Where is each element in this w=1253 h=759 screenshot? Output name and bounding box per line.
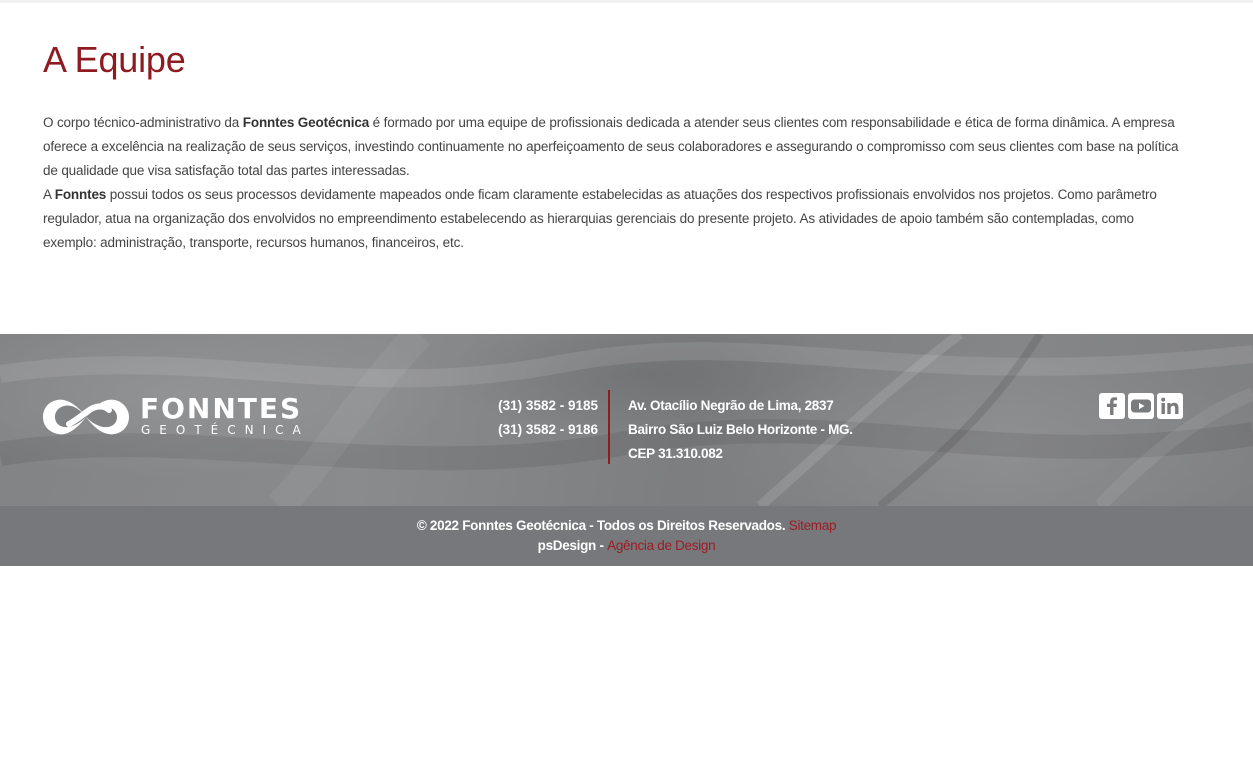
phone-number-2[interactable]: (31) 3582 - 9186 [480,418,598,442]
intro-text-start: O corpo técnico-administrativo da [43,115,243,130]
linkedin-link[interactable] [1157,393,1183,419]
copyright-text: © 2022 Fonntes Geotécnica - Todos os Dir… [416,518,789,533]
address-district: Bairro São Luiz Belo Horizonte - MG. [628,422,853,437]
process-text-end: possui todos os seus processos devidamen… [43,187,1157,250]
address-block: Av. Otacílio Negrão de Lima, 2837 Bairro… [628,394,853,466]
address-zip: CEP 31.310.082 [628,446,723,461]
footer-logo[interactable]: FONNTES GEOTÉCNICA [43,394,313,440]
sitemap-link[interactable]: Sitemap [789,518,837,533]
address-street: Av. Otacílio Negrão de Lima, 2837 [628,398,834,413]
credit-text: psDesign - [537,538,608,553]
logo-subtitle: GEOTÉCNICA [141,423,310,437]
copyright-line: © 2022 Fonntes Geotécnica - Todos os Dir… [0,516,1253,536]
facebook-icon [1107,397,1118,415]
page-title: A Equipe [43,39,186,80]
linkedin-icon [1161,397,1179,414]
youtube-link[interactable] [1128,393,1154,419]
youtube-icon [1131,399,1151,413]
facebook-link[interactable] [1099,393,1125,419]
main-content: A Equipe O corpo técnico-administrativo … [43,38,1183,255]
footer-divider [608,390,610,464]
infinity-logo-icon [43,399,129,435]
phone-number-1[interactable]: (31) 3582 - 9185 [480,394,598,418]
logo-wordmark: FONNTES [140,392,303,425]
top-border [0,0,1253,3]
credit-line: psDesign - Agência de Design [0,536,1253,556]
phone-list: (31) 3582 - 9185 (31) 3582 - 9186 [480,394,598,442]
agency-link[interactable]: Agência de Design [607,538,716,553]
company-name: Fonntes Geotécnica [242,115,370,130]
intro-paragraph: O corpo técnico-administrativo da Fonnte… [43,111,1183,183]
company-short-name: Fonntes [54,187,107,202]
footer-copyright: © 2022 Fonntes Geotécnica - Todos os Dir… [0,516,1253,556]
process-text-start: A [43,187,55,202]
process-paragraph: A Fonntes possui todos os seus processos… [43,183,1183,255]
